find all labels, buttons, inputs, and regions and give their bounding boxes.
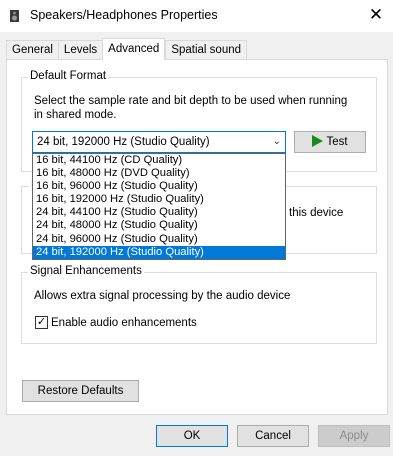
window-title: Speakers/Headphones Properties xyxy=(30,8,218,22)
dropdown-option[interactable]: 16 bit, 192000 Hz (Studio Quality) xyxy=(33,193,285,206)
dropdown-option[interactable]: 16 bit, 96000 Hz (Studio Quality) xyxy=(33,180,285,193)
format-dropdown-list[interactable]: 16 bit, 44100 Hz (CD Quality) 16 bit, 48… xyxy=(32,153,286,260)
title-bar: Speakers/Headphones Properties ✕ xyxy=(0,0,393,32)
format-description-line1: Select the sample rate and bit depth to … xyxy=(34,95,348,107)
signal-enhancements-description: Allows extra signal processing by the au… xyxy=(34,290,291,302)
apply-button[interactable]: Apply xyxy=(318,425,390,447)
format-select[interactable]: 24 bit, 192000 Hz (Studio Quality) ⌄ xyxy=(32,131,286,153)
play-icon xyxy=(312,134,324,147)
test-button-label: Test xyxy=(326,136,348,148)
format-select-value: 24 bit, 192000 Hz (Studio Quality) xyxy=(37,136,210,148)
test-button[interactable]: Test xyxy=(294,131,366,153)
checkmark-icon: ✓ xyxy=(36,316,47,328)
format-description-line2: in shared mode. xyxy=(34,109,117,121)
speaker-icon xyxy=(10,10,19,22)
exclusive-mode-text: this device xyxy=(289,207,344,219)
tab-spatial-sound[interactable]: Spatial sound xyxy=(165,40,248,60)
signal-enhancements-group: Signal Enhancements xyxy=(21,265,377,344)
tab-levels[interactable]: Levels xyxy=(57,40,103,60)
default-format-label: Default Format xyxy=(28,70,109,82)
cancel-button[interactable]: Cancel xyxy=(237,425,309,447)
dropdown-option[interactable]: 16 bit, 44100 Hz (CD Quality) xyxy=(33,154,285,167)
ok-button[interactable]: OK xyxy=(156,425,228,447)
tab-bar: General Levels Advanced Spatial sound xyxy=(6,38,248,60)
chevron-down-icon: ⌄ xyxy=(272,136,281,147)
enable-enhancements-checkbox[interactable]: ✓ xyxy=(35,316,48,329)
close-icon[interactable]: ✕ xyxy=(359,0,393,32)
tab-advanced[interactable]: Advanced xyxy=(102,38,166,60)
enable-enhancements-label[interactable]: Enable audio enhancements xyxy=(51,316,197,330)
dropdown-option[interactable]: 16 bit, 48000 Hz (DVD Quality) xyxy=(33,167,285,180)
dropdown-option[interactable]: 24 bit, 44100 Hz (Studio Quality) xyxy=(33,206,285,219)
dropdown-option[interactable]: 24 bit, 96000 Hz (Studio Quality) xyxy=(33,233,285,246)
tab-general[interactable]: General xyxy=(6,40,58,60)
dropdown-option-selected[interactable]: 24 bit, 192000 Hz (Studio Quality) xyxy=(33,245,285,259)
signal-enhancements-label: Signal Enhancements xyxy=(28,265,144,277)
dropdown-option[interactable]: 24 bit, 48000 Hz (Studio Quality) xyxy=(33,219,285,232)
restore-defaults-button[interactable]: Restore Defaults xyxy=(22,380,139,402)
